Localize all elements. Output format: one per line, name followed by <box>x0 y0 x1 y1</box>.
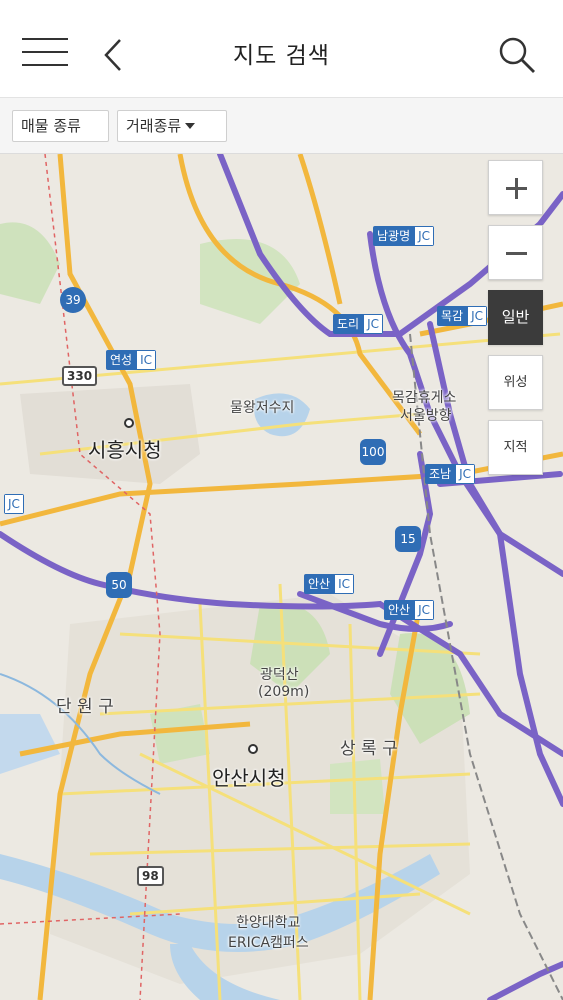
page-title: 지도 검색 <box>233 43 330 69</box>
interchange-badge: 안산 JC <box>384 600 435 620</box>
map-view[interactable]: 남광명 JC 도리 JC 목감 JC 연성 IC 조남 JC 안산 IC 안산 JC JC 3… <box>0 154 563 1000</box>
place-label: 목감휴게소 <box>392 390 457 406</box>
interchange-name: 연성 <box>106 350 137 370</box>
expressway-shield-50: 50 <box>106 572 132 598</box>
interchange-name: 남광명 <box>373 226 415 246</box>
interchange-type: IC <box>334 574 355 594</box>
route-number-330: 330 <box>62 366 98 386</box>
interchange-badge: 목감 JC <box>437 306 488 326</box>
expressway-shield-100: 100 <box>360 439 386 465</box>
hamburger-menu-icon[interactable] <box>22 34 68 70</box>
zoom-out-button[interactable] <box>488 225 543 280</box>
interchange-badge: 연성 IC <box>106 350 157 370</box>
interchange-type: JC <box>455 464 476 484</box>
property-type-filter[interactable]: 매물 종류 <box>12 110 109 142</box>
interchange-badge: 도리 JC <box>333 314 384 334</box>
interchange-type: JC <box>414 600 435 620</box>
interchange-badge: 남광명 JC <box>373 226 435 246</box>
map-type-satellite-button[interactable]: 위성 <box>488 355 543 410</box>
search-icon[interactable] <box>496 34 538 76</box>
interchange-name: 목감 <box>437 306 468 326</box>
district-label: 단 원 구 <box>56 697 114 717</box>
interchange-badge: JC <box>4 494 24 514</box>
interchange-type: IC <box>136 350 157 370</box>
city-hall-marker <box>124 418 134 428</box>
route-number-39: 39 <box>60 287 86 313</box>
map-type-cadastral-button[interactable]: 지적 <box>488 420 543 475</box>
interchange-type: JC <box>363 314 384 334</box>
interchange-badge: 조남 JC <box>425 464 476 484</box>
place-label: 한양대학교 <box>236 915 301 931</box>
city-hall-marker <box>248 744 258 754</box>
interchange-name: 도리 <box>333 314 364 334</box>
place-label: 서울방향 <box>400 408 452 424</box>
district-label: 상 록 구 <box>340 739 398 759</box>
place-label: ERICA캠퍼스 <box>228 935 309 951</box>
interchange-name: 안산 <box>304 574 335 594</box>
interchange-type: JC <box>414 226 435 246</box>
place-label: (209m) <box>258 684 310 700</box>
caret-down-icon <box>185 123 196 129</box>
deal-type-dropdown[interactable]: 거래종류 <box>117 110 227 142</box>
place-label: 광덕산 <box>260 667 299 683</box>
city-label: 안산시청 <box>212 766 286 790</box>
filter-bar: 매물 종류 거래종류 <box>0 98 563 154</box>
interchange-name: 조남 <box>425 464 456 484</box>
interchange-badge: 안산 IC <box>304 574 355 594</box>
expressway-shield-15: 15 <box>395 526 421 552</box>
map-type-general-button[interactable]: 일반 <box>488 290 543 345</box>
route-number-98: 98 <box>137 866 164 886</box>
city-label: 시흥시청 <box>88 438 162 462</box>
deal-type-label: 거래종류 <box>126 117 182 135</box>
place-label: 물왕저수지 <box>230 400 295 416</box>
interchange-type: JC <box>467 306 488 326</box>
app-header: 지도 검색 <box>0 0 563 98</box>
zoom-in-button[interactable] <box>488 160 543 215</box>
map-canvas <box>0 154 563 1000</box>
interchange-type: JC <box>4 494 24 514</box>
property-type-label: 매물 종류 <box>21 117 81 135</box>
chevron-left-icon[interactable] <box>98 36 132 74</box>
interchange-name: 안산 <box>384 600 415 620</box>
